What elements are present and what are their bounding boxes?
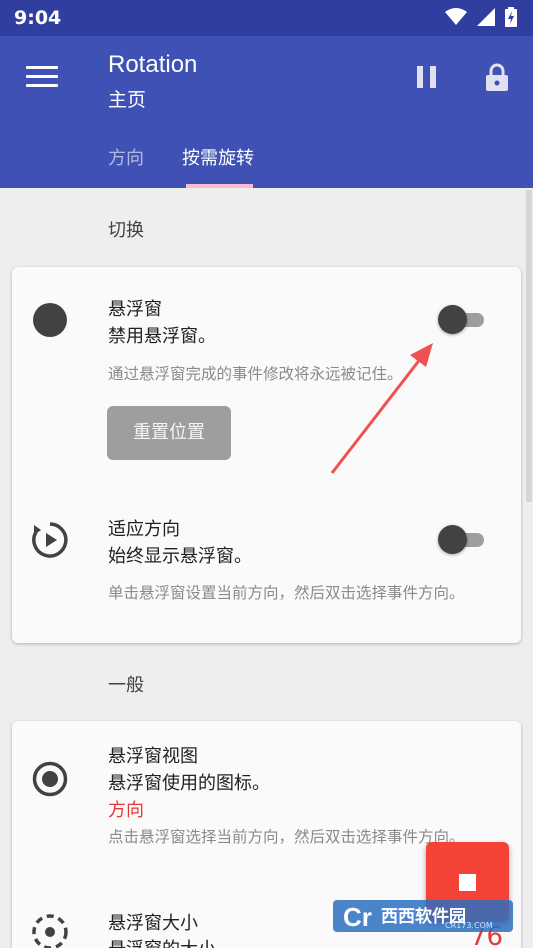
tab-indicator [186,184,253,188]
floating-window-description: 通过悬浮窗完成的事件修改将永远被记住。 [108,365,403,383]
tab-bar: 方向 按需旋转 [0,136,533,188]
adaptive-orientation-title: 适应方向 [108,519,180,540]
floating-view-title: 悬浮窗视图 [108,746,198,767]
scrollbar[interactable] [526,190,532,502]
rotate-play-icon [32,522,68,558]
floating-window-subtitle: 禁用悬浮窗。 [108,326,216,347]
cellular-signal-icon [477,8,495,26]
hamburger-icon [26,66,58,69]
wifi-icon [445,8,467,25]
floating-size-subtitle: 悬浮窗的大小 [108,935,216,948]
battery-charging-icon [505,7,517,27]
section-label-toggle: 切换 [108,220,144,241]
app-title: Rotation [108,51,198,78]
stop-icon [459,874,476,891]
status-bar: 9:04 [0,0,533,36]
adaptive-orientation-description: 单击悬浮窗设置当前方向，然后双击选择事件方向。 [108,584,465,602]
radio-target-icon [32,761,68,797]
svg-text:Cr: Cr [343,902,372,932]
status-time: 9:04 [14,7,62,29]
floating-window-switch[interactable] [438,305,488,334]
tab-orientation[interactable]: 方向 [108,144,144,188]
app-subtitle: 主页 [108,89,147,111]
adaptive-orientation-switch[interactable] [438,525,488,554]
floating-dot-icon [33,303,67,337]
reset-position-button[interactable]: 重置位置 [107,406,231,460]
lock-icon [486,63,508,91]
adaptive-orientation-subtitle: 始终显示悬浮窗。 [108,546,252,567]
size-dashed-circle-icon [32,914,68,948]
floating-view-value: 方向 [108,800,144,821]
lock-button[interactable] [485,63,509,91]
tab-on-demand-rotation[interactable]: 按需旋转 [182,144,254,188]
pause-button[interactable] [417,66,437,88]
app-bar: Rotation 主页 方向 按需旋转 [0,36,533,188]
system-icons [445,7,517,27]
section-label-general: 一般 [108,675,144,696]
floating-window-title: 悬浮窗 [108,299,162,320]
watermark-logo: Cr 西西软件园 CR173.COM [333,896,513,936]
toggle-card: 悬浮窗 禁用悬浮窗。 通过悬浮窗完成的事件修改将永远被记住。 重置位置 适应方向… [12,267,521,643]
menu-button[interactable] [26,66,58,90]
floating-view-subtitle: 悬浮窗使用的图标。 [108,773,270,794]
floating-size-title: 悬浮窗大小 [108,913,198,934]
watermark-url: CR173.COM [445,921,493,930]
